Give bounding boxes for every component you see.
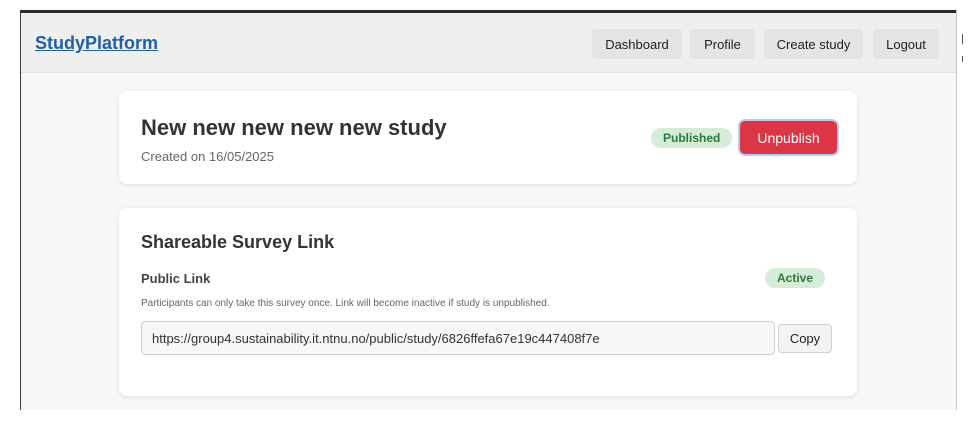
- public-link-input[interactable]: [141, 321, 775, 355]
- study-title: New new new new new study: [141, 115, 447, 140]
- public-link-label: Public Link: [141, 271, 211, 286]
- study-created-date: Created on 16/05/2025: [141, 149, 274, 164]
- study-header-card: New new new new new study Created on 16/…: [119, 91, 857, 184]
- create-study-button[interactable]: Create study: [764, 29, 863, 59]
- logout-button[interactable]: Logout: [873, 29, 939, 59]
- shareable-link-card: Shareable Survey Link Public Link Active…: [119, 208, 857, 396]
- published-status-badge: Published: [651, 128, 733, 148]
- unpublish-button[interactable]: Unpublish: [740, 121, 837, 154]
- link-note: Participants can only take this survey o…: [141, 298, 550, 309]
- edge-mark: [962, 56, 966, 62]
- edge-mark: [962, 34, 966, 44]
- copy-link-button[interactable]: Copy: [778, 324, 832, 353]
- link-active-badge: Active: [765, 268, 826, 288]
- brand-link[interactable]: StudyPlatform: [35, 33, 158, 54]
- window-edge: [956, 10, 957, 410]
- top-navbar: StudyPlatform Dashboard Profile Create s…: [21, 13, 956, 73]
- browser-viewport: StudyPlatform Dashboard Profile Create s…: [20, 10, 956, 410]
- shareable-link-heading: Shareable Survey Link: [141, 232, 335, 252]
- profile-button[interactable]: Profile: [690, 29, 755, 59]
- dashboard-button[interactable]: Dashboard: [592, 29, 682, 59]
